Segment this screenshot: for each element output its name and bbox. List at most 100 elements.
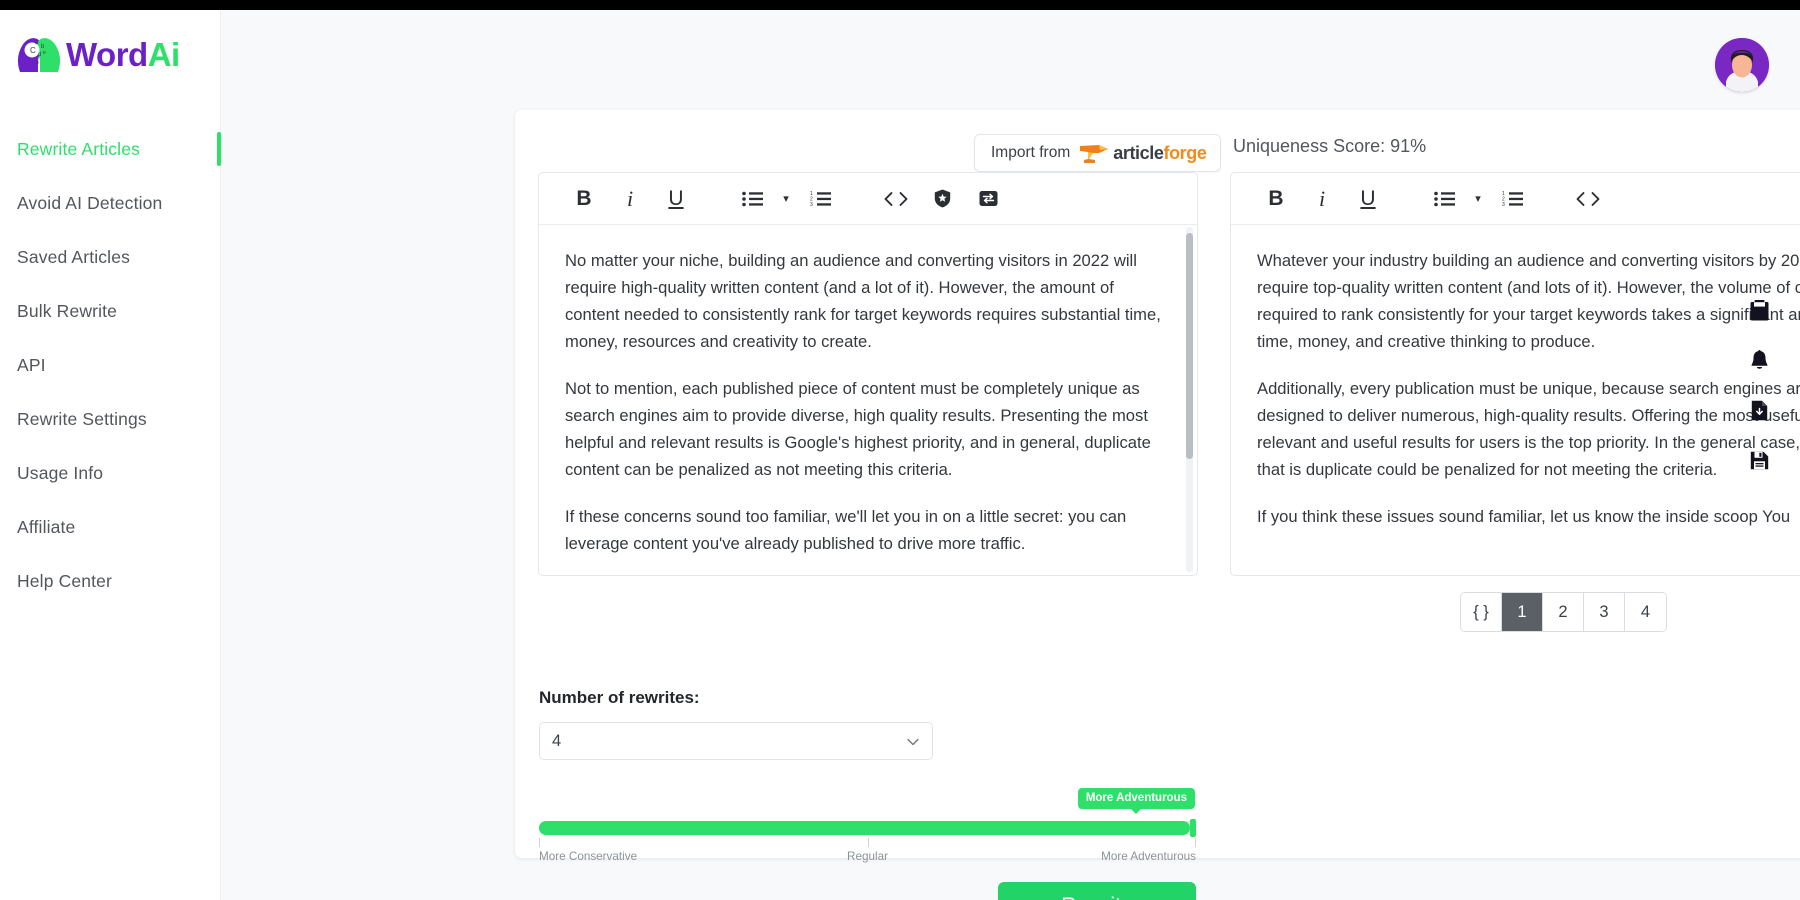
bullet-list-icon bbox=[1433, 191, 1455, 206]
number-of-rewrites-value: 4 bbox=[552, 731, 562, 750]
bullet-list-icon bbox=[741, 191, 763, 206]
bold-button[interactable]: B bbox=[561, 180, 607, 218]
number-of-rewrites-select[interactable]: 4 bbox=[539, 722, 933, 760]
sidebar-item-rewrite-settings[interactable]: Rewrite Settings bbox=[0, 392, 221, 446]
source-paragraph: If these concerns sound too familiar, we… bbox=[565, 507, 1127, 554]
slider-thumb[interactable] bbox=[1190, 819, 1196, 837]
svg-text:d: d bbox=[38, 52, 41, 58]
protect-shield-button[interactable] bbox=[919, 180, 965, 218]
source-editor-body[interactable]: No matter your niche, building an audien… bbox=[539, 225, 1197, 575]
sidebar-item-avoid-ai-detection[interactable]: Avoid AI Detection bbox=[0, 176, 221, 230]
sidebar-item-label: Rewrite Settings bbox=[17, 409, 147, 429]
sidebar-item-label: Affiliate bbox=[17, 517, 76, 537]
code-icon bbox=[884, 191, 908, 206]
articleforge-forge-text: forge bbox=[1163, 142, 1207, 163]
list-dropdown-caret[interactable]: ▾ bbox=[1467, 180, 1489, 218]
source-paragraph: Not to mention, each published piece of … bbox=[565, 379, 1151, 480]
swap-replace-button[interactable] bbox=[965, 180, 1011, 218]
svg-text:3: 3 bbox=[810, 202, 813, 207]
sidebar-nav: Rewrite Articles Avoid AI Detection Save… bbox=[0, 122, 221, 608]
source-paragraph: No matter your niche, building an audien… bbox=[565, 251, 1161, 352]
source-scrollbar-thumb[interactable] bbox=[1186, 233, 1193, 459]
bullet-list-button[interactable] bbox=[1421, 180, 1467, 218]
slider-label-conservative: More Conservative bbox=[539, 850, 638, 863]
rewrite-version-pagination: { } 1 2 3 4 bbox=[1460, 592, 1667, 632]
main-canvas: Import from articleforge Uniqueness Scor… bbox=[221, 10, 1800, 900]
numbered-list-button[interactable]: 1 2 3 bbox=[1489, 180, 1535, 218]
clipboard-icon bbox=[1750, 299, 1768, 320]
italic-button[interactable]: i bbox=[1299, 180, 1345, 218]
uniqueness-score: Uniqueness Score: 91% bbox=[1233, 136, 1427, 156]
logo-ai-text: Ai bbox=[147, 35, 181, 73]
code-icon bbox=[1576, 191, 1600, 206]
bold-button[interactable]: B bbox=[1253, 180, 1299, 218]
source-editor: B i U ▾ 1 2 3 No matter your niche, buil… bbox=[538, 172, 1198, 576]
shield-star-icon bbox=[934, 189, 950, 208]
sidebar-item-rewrite-articles[interactable]: Rewrite Articles bbox=[0, 122, 221, 176]
svg-text:3: 3 bbox=[1502, 202, 1505, 207]
slider-track[interactable] bbox=[539, 819, 1196, 837]
rewrite-button[interactable]: Rewrite bbox=[998, 882, 1196, 900]
avatar-image bbox=[1715, 38, 1769, 92]
pagination-page-3[interactable]: 3 bbox=[1584, 593, 1625, 631]
sidebar-item-saved-articles[interactable]: Saved Articles bbox=[0, 230, 221, 284]
logo-word-text: Word bbox=[66, 35, 148, 73]
underline-button[interactable]: U bbox=[1345, 180, 1391, 218]
list-dropdown-caret[interactable]: ▾ bbox=[775, 180, 797, 218]
underline-button[interactable]: U bbox=[653, 180, 699, 218]
sidebar-item-usage-info[interactable]: Usage Info bbox=[0, 446, 221, 500]
pagination-spintax-button[interactable]: { } bbox=[1461, 593, 1502, 631]
sidebar-item-label: Bulk Rewrite bbox=[17, 301, 118, 321]
anvil-icon bbox=[1080, 145, 1109, 163]
sidebar-item-bulk-rewrite[interactable]: Bulk Rewrite bbox=[0, 284, 221, 338]
numbered-list-button[interactable]: 1 2 3 bbox=[797, 180, 843, 218]
chevron-down-icon bbox=[906, 735, 920, 754]
number-of-rewrites-label: Number of rewrites: bbox=[539, 688, 700, 707]
import-label: Import from bbox=[991, 144, 1071, 161]
slider-ticks bbox=[539, 838, 1196, 847]
italic-button[interactable]: i bbox=[607, 180, 653, 218]
sidebar-item-label: Help Center bbox=[17, 571, 113, 591]
articleforge-article-text: article bbox=[1113, 142, 1164, 163]
source-code-button[interactable] bbox=[1565, 180, 1611, 218]
svg-text:C: C bbox=[30, 46, 36, 55]
sidebar-item-api[interactable]: API bbox=[0, 338, 221, 392]
copy-to-clipboard-button[interactable] bbox=[1744, 295, 1774, 325]
right-action-rail bbox=[1736, 295, 1782, 475]
source-editor-toolbar: B i U ▾ 1 2 3 bbox=[539, 173, 1197, 225]
result-paragraph: Additionally, every publication must be … bbox=[1257, 379, 1800, 480]
slider-label-adventurous: More Adventurous bbox=[1101, 850, 1196, 863]
save-floppy-icon bbox=[1750, 451, 1768, 469]
swap-icon bbox=[979, 191, 997, 206]
notifications-button[interactable] bbox=[1744, 345, 1774, 375]
bell-icon bbox=[1751, 349, 1767, 369]
result-editor: B i U ▾ 1 2 3 Whatever your industry bui… bbox=[1230, 172, 1800, 576]
sidebar-item-label: Usage Info bbox=[17, 463, 104, 483]
avatar[interactable] bbox=[1715, 38, 1769, 92]
result-paragraph: If you think these issues sound familiar… bbox=[1257, 507, 1791, 527]
result-editor-body[interactable]: Whatever your industry building an audie… bbox=[1231, 225, 1800, 575]
svg-text:e: e bbox=[43, 50, 46, 56]
articleforge-logo: articleforge bbox=[1079, 142, 1207, 164]
sidebar-item-affiliate[interactable]: Affiliate bbox=[0, 500, 221, 554]
sidebar-item-label: Avoid AI Detection bbox=[17, 193, 163, 213]
save-article-button[interactable] bbox=[1744, 445, 1774, 475]
top-black-strip bbox=[0, 0, 1800, 10]
slider-tooltip: More Adventurous bbox=[1077, 788, 1195, 814]
pagination-page-2[interactable]: 2 bbox=[1543, 593, 1584, 631]
pagination-page-4[interactable]: 4 bbox=[1625, 593, 1666, 631]
sidebar-item-help-center[interactable]: Help Center bbox=[0, 554, 221, 608]
source-code-button[interactable] bbox=[873, 180, 919, 218]
import-from-articleforge-button[interactable]: Import from articleforge bbox=[974, 134, 1222, 172]
wordai-heads-icon: C a b d e o bbox=[16, 32, 62, 76]
sidebar: C a b d e o WordAi Rewrite Articles Avoi… bbox=[0, 10, 221, 900]
numbered-list-icon: 1 2 3 bbox=[1502, 191, 1523, 207]
pagination-page-1[interactable]: 1 bbox=[1502, 593, 1543, 631]
bullet-list-button[interactable] bbox=[729, 180, 775, 218]
file-download-icon bbox=[1751, 400, 1767, 420]
download-document-button[interactable] bbox=[1744, 395, 1774, 425]
slider-fill bbox=[539, 821, 1190, 835]
app-logo[interactable]: C a b d e o WordAi bbox=[16, 32, 180, 76]
logo-wordmark: WordAi bbox=[66, 38, 180, 71]
sidebar-item-label: Rewrite Articles bbox=[17, 139, 140, 159]
